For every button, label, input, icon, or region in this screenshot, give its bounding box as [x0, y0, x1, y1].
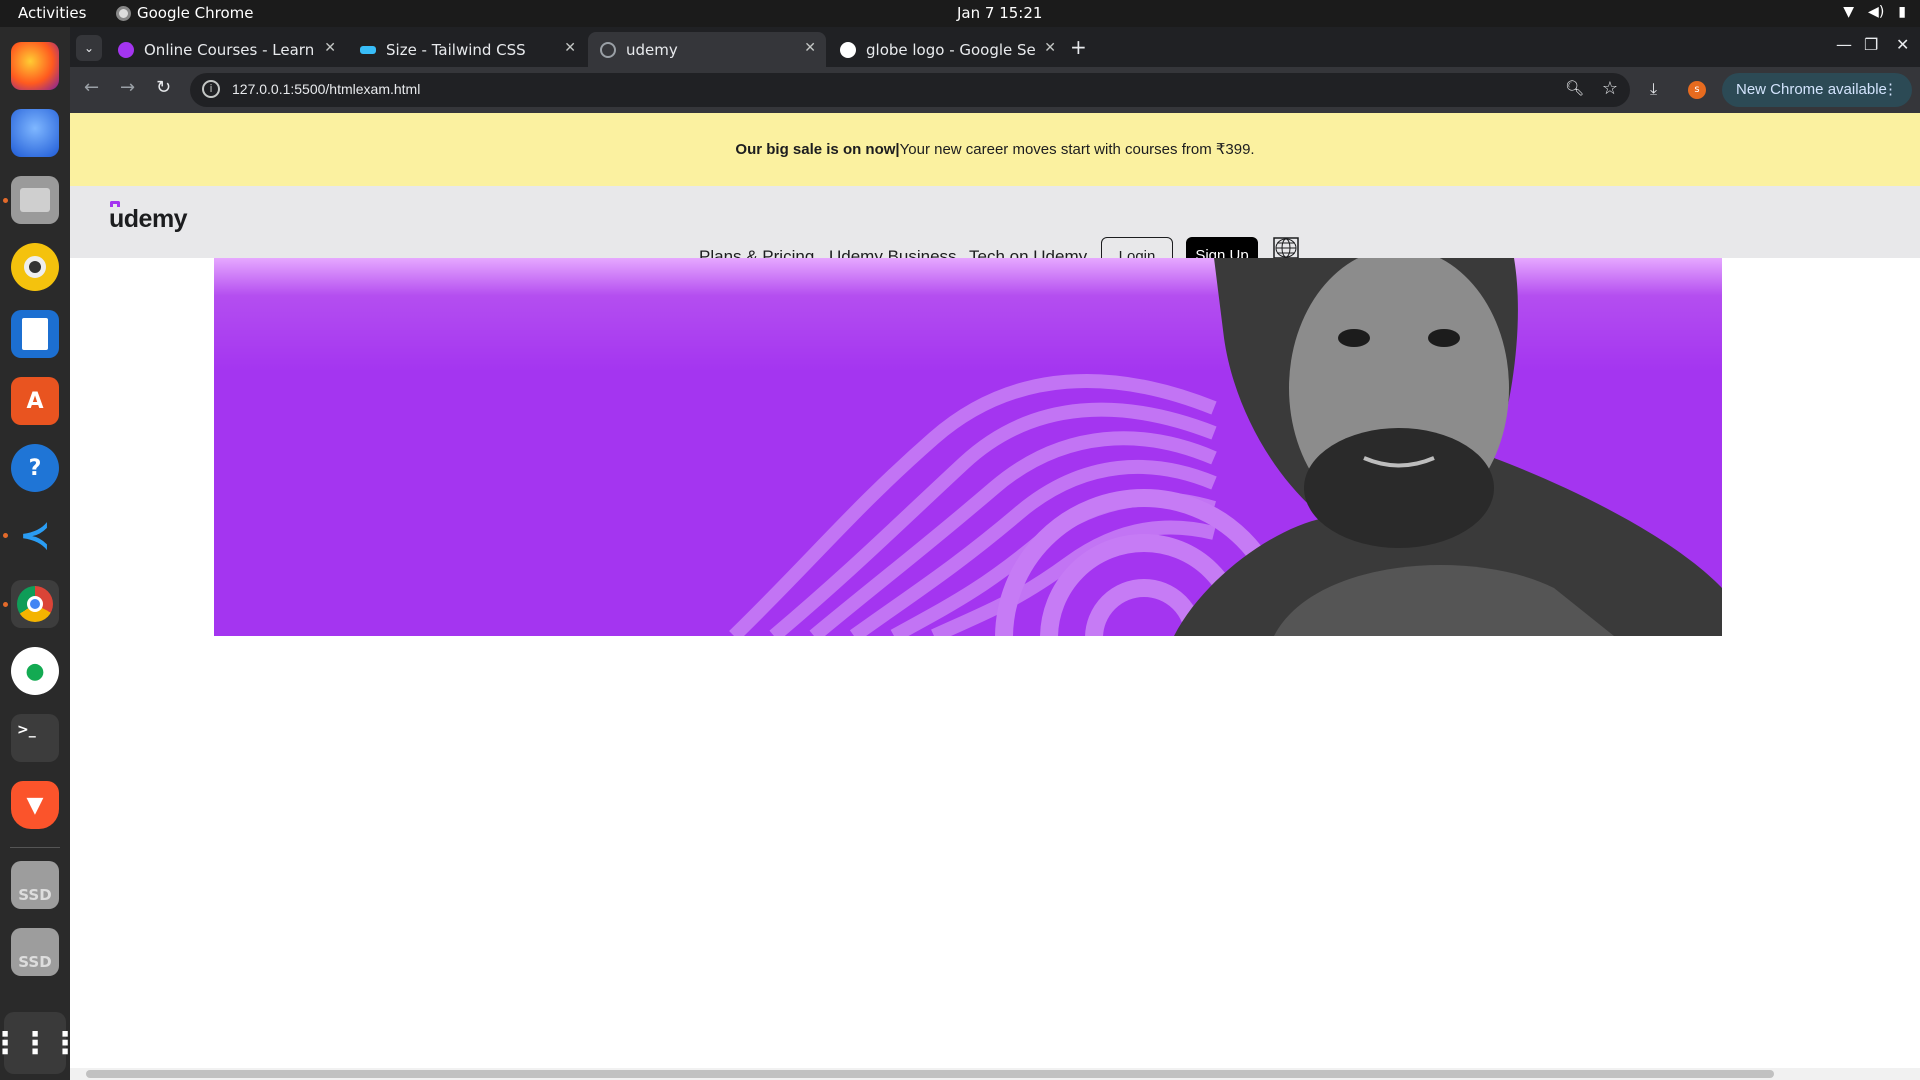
horizontal-scrollbar[interactable] [70, 1068, 1920, 1080]
app-grid-icon[interactable]: ⋮⋮⋮ [0, 1012, 80, 1074]
terminal-icon[interactable]: >_ [11, 714, 59, 762]
files-icon[interactable] [11, 176, 59, 224]
sale-banner: Our big sale is on now|Your new career m… [70, 113, 1920, 186]
download-icon[interactable]: ⤓ [1650, 79, 1657, 99]
url-text[interactable]: 127.0.0.1:5500/htmlexam.html [232, 81, 420, 97]
brave-icon[interactable]: ▼ [11, 781, 59, 829]
ssd-icon[interactable]: SSD [11, 928, 59, 976]
tab-title: udemy [626, 40, 678, 59]
system-tray[interactable]: ▼ ◀) ▮ [1843, 4, 1906, 20]
running-indicator [3, 533, 8, 538]
browser-toolbar: ← → ↻ i 127.0.0.1:5500/htmlexam.html 🔍︎ … [70, 67, 1920, 113]
dock-separator [10, 847, 60, 848]
chrome-icon [116, 5, 131, 21]
back-icon[interactable]: ← [84, 77, 99, 98]
hero-artwork [729, 258, 1722, 636]
logo-hat-icon [110, 201, 120, 207]
wifi-icon: ▼ [1843, 4, 1855, 20]
tab-search-button[interactable]: ⌄ [76, 35, 102, 61]
close-icon[interactable]: ✕ [324, 40, 336, 56]
close-icon[interactable]: ✕ [1044, 40, 1056, 56]
zoom-icon[interactable]: 🔍︎ [1565, 79, 1584, 97]
help-icon[interactable]: ? [11, 444, 59, 492]
firefox-icon[interactable] [11, 42, 59, 90]
close-window-icon[interactable]: ✕ [1896, 35, 1909, 54]
mongodb-icon[interactable]: ● [11, 647, 59, 695]
running-indicator [3, 198, 8, 203]
bookmark-star-icon[interactable]: ☆ [1602, 78, 1618, 99]
running-indicator [3, 602, 8, 607]
minimize-icon[interactable]: — [1836, 35, 1852, 54]
forward-icon[interactable]: → [120, 77, 135, 98]
browser-window: ⌄ Online Courses - Learn A ✕ Size - Tail… [70, 27, 1920, 113]
hero-banner [214, 258, 1722, 636]
ssd-label: SSD [18, 953, 52, 971]
system-top-bar: Activities Google Chrome Jan 7 15:21 ▼ ◀… [0, 0, 1920, 27]
close-icon[interactable]: ✕ [564, 40, 576, 56]
wave-pattern [729, 374, 1217, 636]
restore-icon[interactable]: ❐ [1864, 35, 1878, 54]
tab-google-search[interactable]: globe logo - Google Sear ✕ [828, 32, 1066, 67]
profile-avatar[interactable]: s [1688, 81, 1706, 99]
ssd-icon[interactable]: SSD [11, 861, 59, 909]
ssd-label: SSD [18, 886, 52, 904]
tab-tailwind[interactable]: Size - Tailwind CSS ✕ [348, 32, 586, 67]
udemy-favicon-icon [118, 41, 134, 58]
banner-bold-text: Our big sale is on now| [735, 141, 900, 158]
thunderbird-icon[interactable] [11, 109, 59, 157]
reload-icon[interactable]: ↻ [156, 77, 171, 98]
dock: A ? ≺ ● >_ ▼ SSD SSD ⋮⋮⋮ [0, 27, 80, 1080]
update-label: New Chrome available [1736, 81, 1887, 98]
site-info-icon[interactable]: i [202, 80, 220, 98]
tab-udemy[interactable]: udemy ✕ [588, 32, 826, 67]
volume-icon: ◀) [1868, 4, 1885, 20]
app-menu[interactable]: Google Chrome [116, 4, 254, 22]
instructor-portrait [1174, 258, 1722, 636]
udemy-logo[interactable]: udemy [109, 201, 188, 234]
tab-strip: ⌄ Online Courses - Learn A ✕ Size - Tail… [70, 27, 1920, 67]
tab-title: globe logo - Google Sear [866, 40, 1036, 59]
globe-favicon-icon [600, 41, 616, 58]
rhythmbox-icon[interactable] [11, 243, 59, 291]
tab-title: Online Courses - Learn A [144, 40, 314, 59]
battery-icon: ▮ [1898, 4, 1906, 20]
globe-icon[interactable] [1273, 237, 1299, 259]
banner-text: Your new career moves start with courses… [899, 141, 1255, 158]
new-tab-button[interactable]: + [1070, 35, 1087, 59]
tab-title: Size - Tailwind CSS [386, 40, 526, 59]
menu-dots-icon: ⋮ [1883, 81, 1898, 98]
scrollbar-thumb[interactable] [86, 1070, 1774, 1078]
google-favicon-icon [840, 41, 856, 58]
page-viewport: Our big sale is on now|Your new career m… [70, 113, 1920, 1080]
chrome-icon[interactable] [11, 580, 59, 628]
vscode-icon[interactable]: ≺ [11, 511, 59, 559]
update-chrome-button[interactable]: New Chrome available ⋮ [1722, 73, 1912, 107]
writer-icon[interactable] [11, 310, 59, 358]
activities-button[interactable]: Activities [18, 4, 86, 22]
close-icon[interactable]: ✕ [804, 40, 816, 56]
clock[interactable]: Jan 7 15:21 [957, 4, 1042, 22]
tab-online-courses[interactable]: Online Courses - Learn A ✕ [106, 32, 346, 67]
address-bar[interactable]: i 127.0.0.1:5500/htmlexam.html 🔍︎ ☆ [190, 73, 1630, 107]
app-name: Google Chrome [137, 4, 254, 22]
software-icon[interactable]: A [11, 377, 59, 425]
logo-text: udemy [109, 205, 188, 233]
tailwind-favicon-icon [360, 45, 376, 54]
